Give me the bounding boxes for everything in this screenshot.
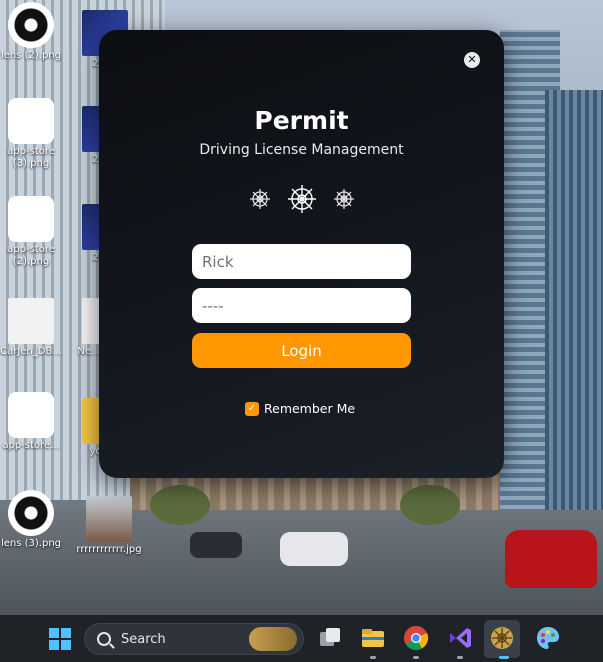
active-indicator [499,656,509,659]
close-button[interactable]: ✕ [464,52,480,68]
visual-studio-icon[interactable] [447,625,473,651]
running-indicator [413,656,419,659]
desktop-icon[interactable]: rrrrrrrrrrrr.jpg [74,496,144,556]
search-highlight-image [249,627,297,651]
paint-icon[interactable] [535,625,561,651]
task-view-icon[interactable] [317,625,343,651]
search-icon [97,632,111,646]
database-file-icon [8,298,54,344]
desktop-icon[interactable]: app-store (2).png [0,196,62,268]
app-store-file-icon [8,196,54,242]
desktop-icon[interactable]: lens (3).png [0,490,62,550]
desktop-icon-label: rrrrrrrrrrrr.jpg [76,544,142,555]
running-indicator [370,656,376,659]
taskbar: Search [0,615,603,662]
desktop-icon-label: app-store (2).png [7,244,55,267]
username-input[interactable] [192,244,411,279]
image-file-icon [86,496,132,542]
file-explorer-icon[interactable] [360,625,386,651]
gear-icon [287,185,316,213]
password-input[interactable] [192,288,411,323]
app-subtitle: Driving License Management [199,142,404,158]
permit-app-icon[interactable] [489,625,515,651]
remember-me-checkbox[interactable]: ✓ Remember Me [245,401,355,416]
desktop-icon-label: lens (2).png [0,50,62,61]
gear-icon [333,189,354,209]
desktop-icon-label: app-store (3).png [7,146,55,169]
desktop-icon[interactable]: lens (2).png [0,2,62,62]
app-title: Permit [254,106,349,135]
wallpaper-tree [400,485,460,525]
desktop-icon[interactable]: app-store (3).png [0,98,62,170]
start-icon[interactable] [47,626,73,652]
desktop-icon[interactable]: app-store... [0,392,62,452]
wallpaper-tree [150,485,210,525]
wallpaper-car [280,532,348,566]
remember-me-label: Remember Me [264,401,356,416]
taskbar-search[interactable]: Search [84,623,304,655]
running-indicator [457,656,463,659]
chrome-icon[interactable] [403,625,429,651]
desktop-icon[interactable]: CarJen_DB... [0,298,62,358]
app-store-file-icon [8,392,54,438]
desktop-icon-label: lens (3).png [0,538,62,549]
login-dialog: ✕ Permit Driving License Management Rick… [99,30,504,478]
checkmark-icon[interactable]: ✓ [245,401,259,416]
search-label: Search [121,631,166,647]
gear-icon [249,189,270,209]
desktop-icon-label: app-store... [2,440,60,451]
app-store-file-icon [8,98,54,144]
wallpaper-car [190,532,242,558]
loading-indicator [99,184,504,214]
lens-file-icon [8,2,54,48]
desktop-icon-label: CarJen_DB... [0,346,62,357]
wallpaper-building [545,90,603,550]
lens-file-icon [8,490,54,536]
wallpaper-car [505,530,597,588]
login-button[interactable]: Login [192,333,411,368]
close-icon: ✕ [467,53,477,66]
